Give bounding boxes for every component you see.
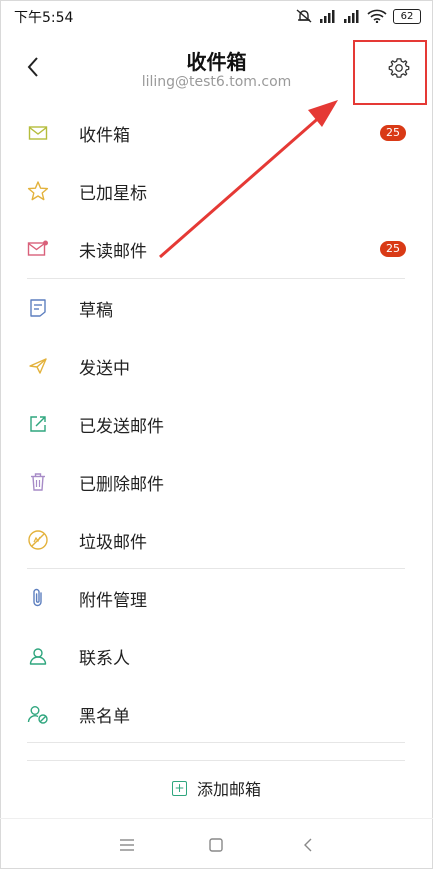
system-back-button[interactable] — [296, 833, 320, 857]
section-divider — [27, 760, 405, 761]
wifi-icon — [367, 9, 387, 23]
folder-label: 已发送邮件 — [79, 416, 164, 437]
folder-row-deleted[interactable]: 已删除邮件 — [0, 453, 433, 511]
plus-icon: + — [171, 780, 187, 796]
tool-label: 联系人 — [79, 648, 130, 669]
folder-label: 已删除邮件 — [79, 474, 164, 495]
status-icons: 62 — [295, 6, 421, 26]
folder-label: 已加星标 — [79, 183, 147, 204]
bottom-divider — [0, 818, 433, 819]
square-icon — [209, 838, 223, 852]
status-time: 下午5:54 — [14, 10, 74, 26]
folder-label: 发送中 — [79, 358, 130, 379]
folder-row-sent[interactable]: 已发送邮件 — [0, 395, 433, 453]
system-nav-bar — [0, 820, 433, 869]
unread-mail-icon — [27, 238, 49, 260]
star-icon — [27, 180, 49, 202]
highlight-box — [353, 40, 427, 105]
folder-row-sending[interactable]: 发送中 — [0, 337, 433, 395]
folder-row-unread[interactable]: 未读邮件 25 — [0, 220, 433, 278]
contact-icon — [27, 645, 49, 667]
folder-row-drafts[interactable]: 草稿 — [0, 279, 433, 337]
spam-icon — [27, 529, 49, 551]
tool-label: 黑名单 — [79, 706, 130, 727]
tool-row-attachments[interactable]: 附件管理 — [0, 569, 433, 627]
trash-icon — [27, 471, 49, 493]
folder-label: 未读邮件 — [79, 241, 147, 262]
paperclip-icon — [27, 587, 49, 609]
unread-count-badge: 25 — [380, 125, 406, 141]
draft-icon — [27, 297, 49, 319]
tool-row-blacklist[interactable]: 黑名单 — [0, 685, 433, 743]
folder-row-inbox[interactable]: 收件箱 25 — [0, 104, 433, 162]
paper-plane-icon — [27, 355, 49, 377]
home-button[interactable] — [204, 833, 228, 857]
add-mailbox-button[interactable]: + 添加邮箱 — [0, 770, 433, 806]
status-bar: 下午5:54 62 — [0, 0, 433, 32]
mute-bell-icon — [296, 9, 312, 23]
tool-row-contacts[interactable]: 联系人 — [0, 627, 433, 685]
folder-label: 垃圾邮件 — [79, 532, 147, 553]
folder-row-spam[interactable]: 垃圾邮件 — [0, 511, 433, 569]
tool-label: 附件管理 — [79, 590, 147, 611]
signal-icon — [320, 10, 335, 23]
folder-label: 收件箱 — [79, 125, 130, 146]
folder-row-starred[interactable]: 已加星标 — [0, 162, 433, 220]
unread-count-badge: 25 — [380, 241, 406, 257]
folder-label: 草稿 — [79, 300, 113, 321]
section-divider — [27, 742, 405, 743]
blacklist-icon — [27, 703, 49, 725]
chevron-left-icon — [304, 838, 312, 852]
envelope-icon — [27, 122, 49, 144]
sent-icon — [27, 413, 49, 435]
add-mailbox-label: 添加邮箱 — [196, 780, 261, 799]
battery-indicator: 62 — [393, 8, 421, 24]
menu-button[interactable] — [115, 833, 139, 857]
signal-icon — [344, 10, 359, 23]
menu-icon — [120, 839, 134, 851]
